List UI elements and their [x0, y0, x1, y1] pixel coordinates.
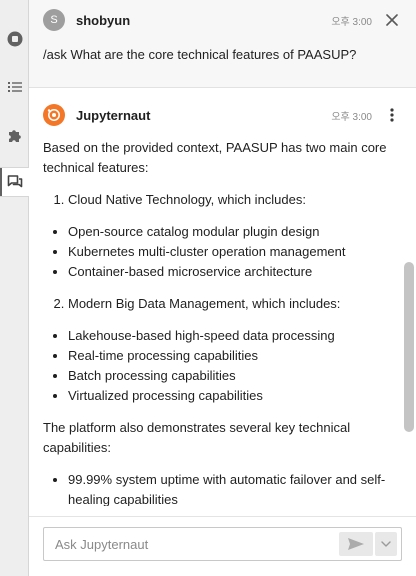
- scrollbar-track[interactable]: [403, 0, 416, 516]
- list-item: Modern Big Data Management, which includ…: [68, 294, 393, 314]
- author-name: Jupyternaut: [76, 107, 151, 123]
- ordered-list: Modern Big Data Management, which includ…: [68, 294, 393, 314]
- running-sessions-tab[interactable]: [0, 24, 29, 54]
- author-name: shobyun: [76, 12, 131, 28]
- list-icon: [7, 82, 22, 92]
- bullet-list: Open-source catalog modular plugin desig…: [68, 222, 393, 282]
- chat-input-box: [43, 527, 402, 561]
- more-vertical-icon: [390, 108, 394, 122]
- chat-icon: [7, 175, 23, 188]
- list-item: Open-source catalog modular plugin desig…: [68, 222, 393, 242]
- list-item: Batch processing capabilities: [68, 366, 393, 386]
- list-item: Real-time processing capabilities: [68, 346, 393, 366]
- human-message: S shobyun 오후 3:00 /ask What are the core…: [29, 0, 416, 88]
- message-header: Jupyternaut 오후 3:00: [43, 103, 400, 127]
- chat-panel: S shobyun 오후 3:00 /ask What are the core…: [29, 0, 416, 576]
- close-icon: [386, 14, 398, 26]
- jupyternaut-avatar: [43, 104, 65, 126]
- list-item: 99.99% system uptime with automatic fail…: [68, 470, 393, 506]
- send-icon: [348, 538, 364, 550]
- message-timestamp: 오후 3:00: [331, 111, 372, 123]
- ai-message: Jupyternaut 오후 3:00 Based on the provide…: [29, 88, 416, 506]
- outro-paragraph: The platform also demonstrates several k…: [43, 420, 351, 455]
- send-options-button[interactable]: [375, 532, 397, 556]
- chat-input[interactable]: [44, 528, 334, 560]
- chat-input-area: [29, 516, 416, 576]
- ordered-list: Cloud Native Technology, which includes:: [68, 190, 393, 210]
- message-timestamp: 오후 3:00: [331, 16, 372, 28]
- chevron-down-icon: [381, 541, 391, 547]
- chat-tab[interactable]: [0, 167, 30, 197]
- list-item: Cloud Native Technology, which includes:: [68, 190, 393, 210]
- list-item: Virtualized processing capabilities: [68, 386, 393, 406]
- activity-bar: [0, 0, 30, 576]
- list-item: Kubernetes multi-cluster operation manag…: [68, 242, 393, 262]
- list-item: Lakehouse-based high-speed data processi…: [68, 326, 393, 346]
- puzzle-piece-icon: [8, 130, 21, 142]
- message-body: Based on the provided context, PAASUP ha…: [43, 138, 393, 506]
- list-item: Container-based microservice architectur…: [68, 262, 393, 282]
- message-header: S shobyun 오후 3:00: [43, 8, 400, 32]
- scrollbar-thumb[interactable]: [404, 262, 414, 432]
- jupyter-logo-icon: [47, 109, 60, 121]
- message-options-button[interactable]: [384, 107, 400, 123]
- intro-paragraph: Based on the provided context, PAASUP ha…: [43, 140, 387, 175]
- stop-circle-icon: [7, 31, 22, 47]
- delete-message-button[interactable]: [384, 12, 400, 28]
- table-of-contents-tab[interactable]: [0, 72, 29, 102]
- bullet-list: Lakehouse-based high-speed data processi…: [68, 326, 393, 406]
- message-text: /ask What are the core technical feature…: [43, 47, 357, 62]
- send-button[interactable]: [339, 532, 373, 556]
- extension-manager-tab[interactable]: [0, 120, 29, 150]
- avatar: S: [43, 9, 65, 31]
- bullet-list: 99.99% system uptime with automatic fail…: [68, 470, 393, 506]
